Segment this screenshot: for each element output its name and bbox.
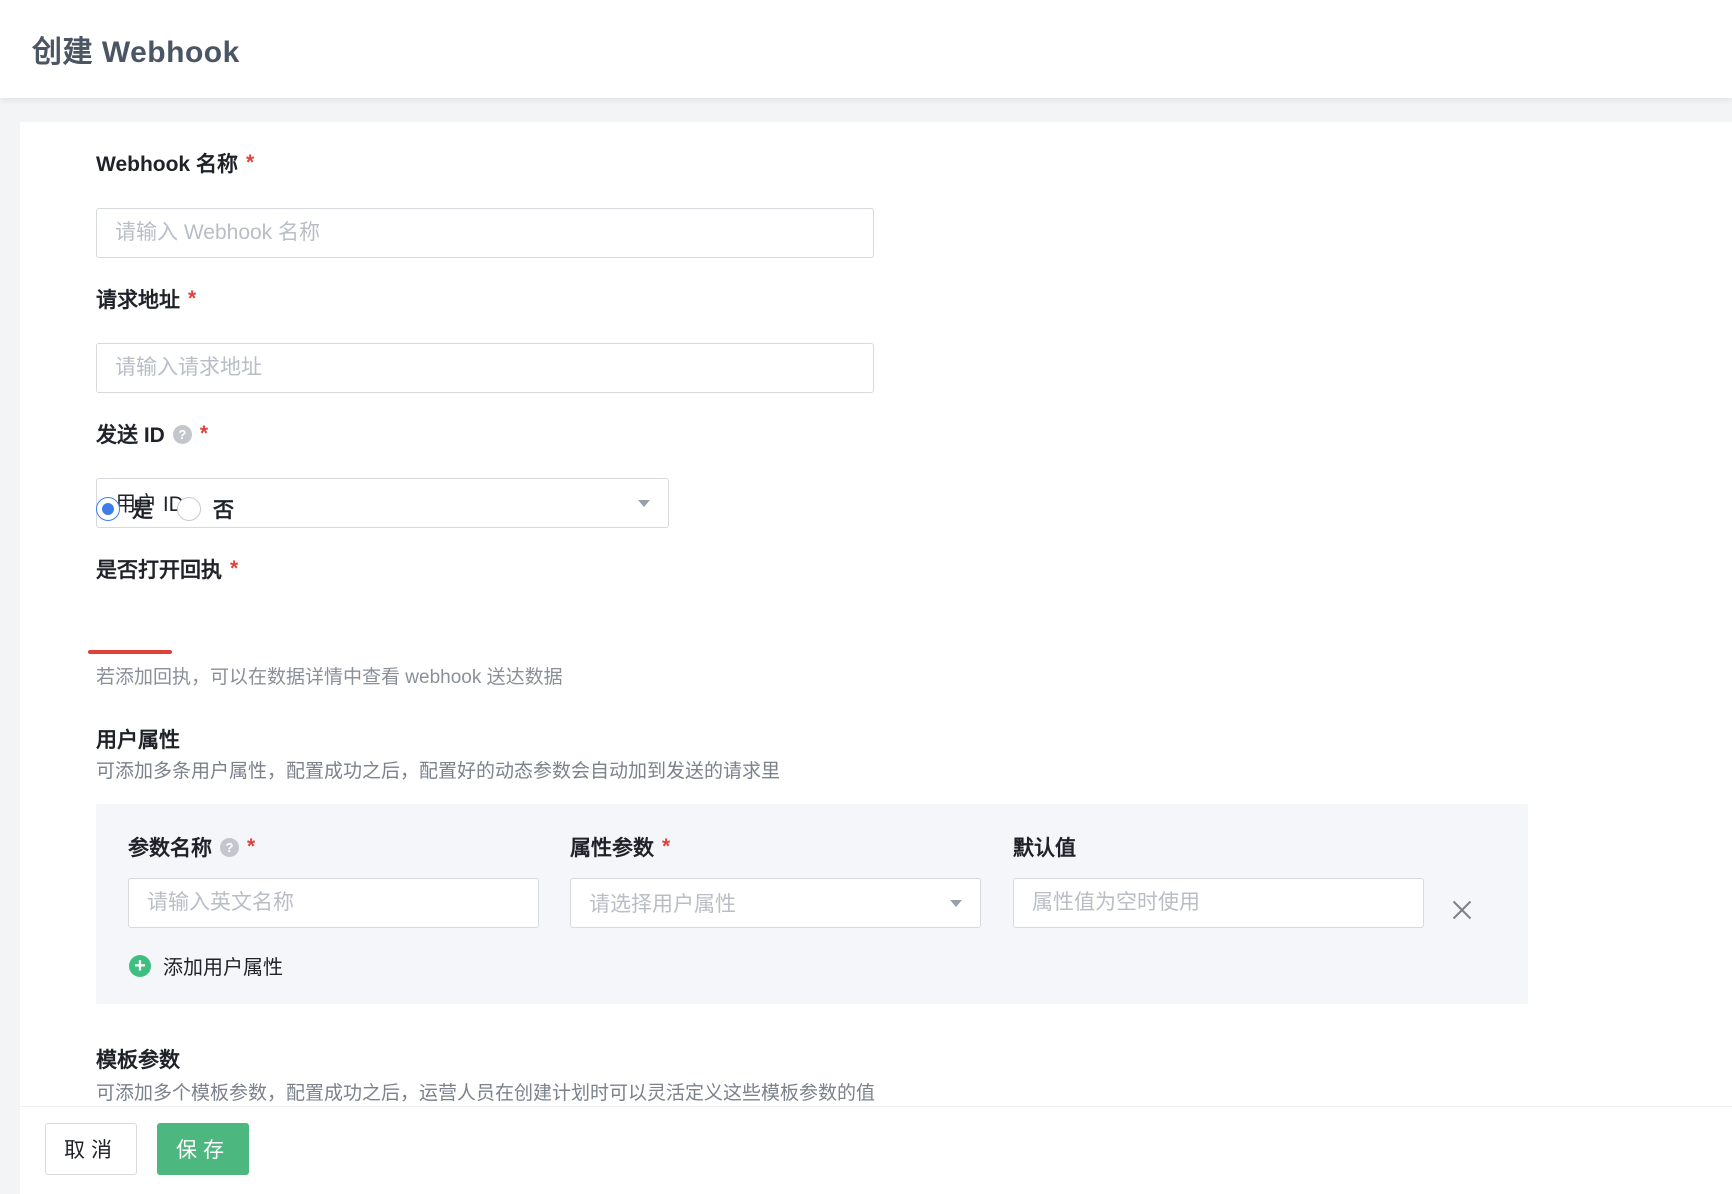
page-header: 创建 Webhook <box>0 0 1732 98</box>
default-value-field[interactable] <box>1013 878 1424 928</box>
request-url-label-text: 请求地址 <box>96 289 180 312</box>
radio-no-label: 否 <box>213 499 234 522</box>
add-user-attr-label: 添加用户属性 <box>163 957 283 979</box>
help-icon[interactable]: ? <box>220 837 239 857</box>
param-name-input[interactable] <box>147 891 520 915</box>
user-attrs-desc: 可添加多条用户属性，配置成功之后，配置好的动态参数会自动加到发送的请求里 <box>96 761 781 782</box>
required-mark: * <box>662 835 671 858</box>
default-value-input[interactable] <box>1032 891 1405 915</box>
attr-param-placeholder: 请选择用户属性 <box>589 893 736 916</box>
template-params-title: 模板参数 <box>96 1049 180 1072</box>
attr-param-label-text: 属性参数 <box>570 837 654 860</box>
receipt-radio-yes[interactable]: 是 <box>96 494 153 524</box>
plus-circle-icon: + <box>129 954 151 977</box>
receipt-radio-group: 是 否 <box>96 494 258 524</box>
form-card: Webhook 名称 * 请求地址 * 发送 ID ? * 用户 ID 是否打开… <box>20 122 1732 1194</box>
help-icon[interactable]: ? <box>172 424 192 444</box>
param-name-label: 参数名称 ? * <box>128 832 255 862</box>
radio-yes-label: 是 <box>132 499 153 522</box>
required-mark: * <box>247 835 256 858</box>
request-url-input[interactable] <box>115 356 855 380</box>
request-url-field[interactable] <box>96 343 874 393</box>
form-footer: 取消 保存 <box>20 1106 1732 1194</box>
webhook-name-label-text: Webhook 名称 <box>96 153 238 176</box>
receipt-radio-no[interactable]: 否 <box>177 494 234 524</box>
webhook-name-input[interactable] <box>115 221 855 245</box>
default-value-label: 默认值 <box>1013 832 1076 862</box>
chevron-down-icon <box>950 899 962 907</box>
cancel-button[interactable]: 取消 <box>45 1123 137 1175</box>
radio-unchecked-icon[interactable] <box>177 497 201 521</box>
send-id-label: 发送 ID ? * <box>96 419 208 449</box>
close-icon[interactable] <box>1450 898 1474 922</box>
selected-underline <box>88 650 172 654</box>
required-mark: * <box>199 422 209 445</box>
param-name-label-text: 参数名称 <box>128 837 212 860</box>
webhook-name-label: Webhook 名称 * <box>96 148 254 178</box>
receipt-hint: 若添加回执，可以在数据详情中查看 webhook 送达数据 <box>96 667 563 688</box>
user-attrs-title: 用户属性 <box>96 729 180 752</box>
required-mark: * <box>230 557 239 580</box>
receipt-label-text: 是否打开回执 <box>96 559 222 582</box>
param-name-field[interactable] <box>128 878 539 928</box>
save-button[interactable]: 保存 <box>157 1123 249 1175</box>
receipt-label: 是否打开回执 * <box>96 554 238 584</box>
page-title: 创建 Webhook <box>32 36 240 69</box>
template-params-desc: 可添加多个模板参数，配置成功之后，运营人员在创建计划时可以灵活定义这些模板参数的… <box>96 1083 876 1104</box>
default-value-label-text: 默认值 <box>1013 837 1076 860</box>
attr-param-select[interactable]: 请选择用户属性 <box>570 878 981 928</box>
required-mark: * <box>245 151 255 174</box>
send-id-label-text: 发送 ID <box>96 424 165 447</box>
add-user-attr-button[interactable]: + 添加用户属性 <box>129 951 283 980</box>
webhook-name-field[interactable] <box>96 208 874 258</box>
radio-checked-icon[interactable] <box>96 497 120 521</box>
required-mark: * <box>188 287 197 310</box>
request-url-label: 请求地址 * <box>96 284 196 314</box>
chevron-down-icon <box>638 499 650 507</box>
attr-param-label: 属性参数 * <box>570 832 670 862</box>
